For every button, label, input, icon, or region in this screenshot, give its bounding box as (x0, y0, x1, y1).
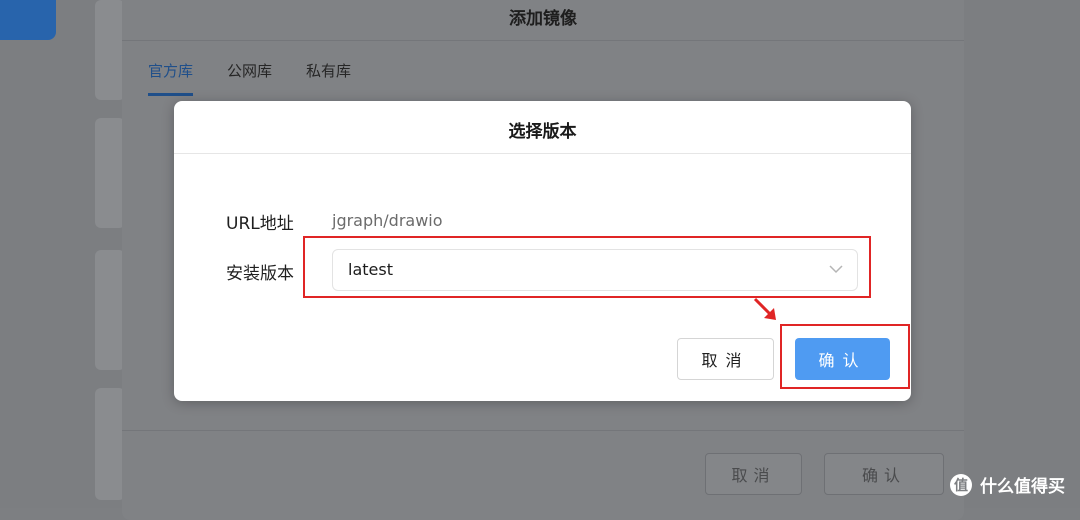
divider (122, 430, 964, 431)
tab-private[interactable]: 私有库 (306, 60, 351, 96)
annotation-highlight-confirm (780, 324, 910, 389)
add-image-dialog-title: 添加镜像 (509, 9, 577, 29)
background-sidebar-chip (0, 0, 56, 40)
watermark-logo: 值 (950, 473, 972, 496)
cancel-button[interactable]: 取消 (677, 338, 774, 380)
select-version-dialog-title: 选择版本 (508, 122, 577, 142)
tab-official[interactable]: 官方库 (148, 60, 194, 96)
background-card (95, 0, 125, 100)
watermark-text: 什么值得买 (980, 477, 1065, 497)
url-label: URL地址 (226, 214, 294, 234)
divider (122, 40, 964, 41)
url-value: jgraph/drawio (332, 211, 443, 230)
watermark: 值 什么值得买 (950, 472, 1065, 497)
annotation-arrow-icon (753, 297, 776, 320)
tab-public[interactable]: 公网库 (227, 60, 272, 96)
divider (174, 153, 911, 154)
background-card (95, 388, 125, 500)
add-image-cancel-button[interactable]: 取消 (705, 453, 802, 495)
registry-tabs: 官方库 公网库 私有库 (148, 60, 351, 96)
version-label: 安装版本 (226, 264, 294, 284)
background-card (95, 118, 125, 228)
annotation-highlight-version (303, 236, 871, 298)
background-card (95, 250, 125, 370)
add-image-confirm-button[interactable]: 确认 (824, 453, 944, 495)
